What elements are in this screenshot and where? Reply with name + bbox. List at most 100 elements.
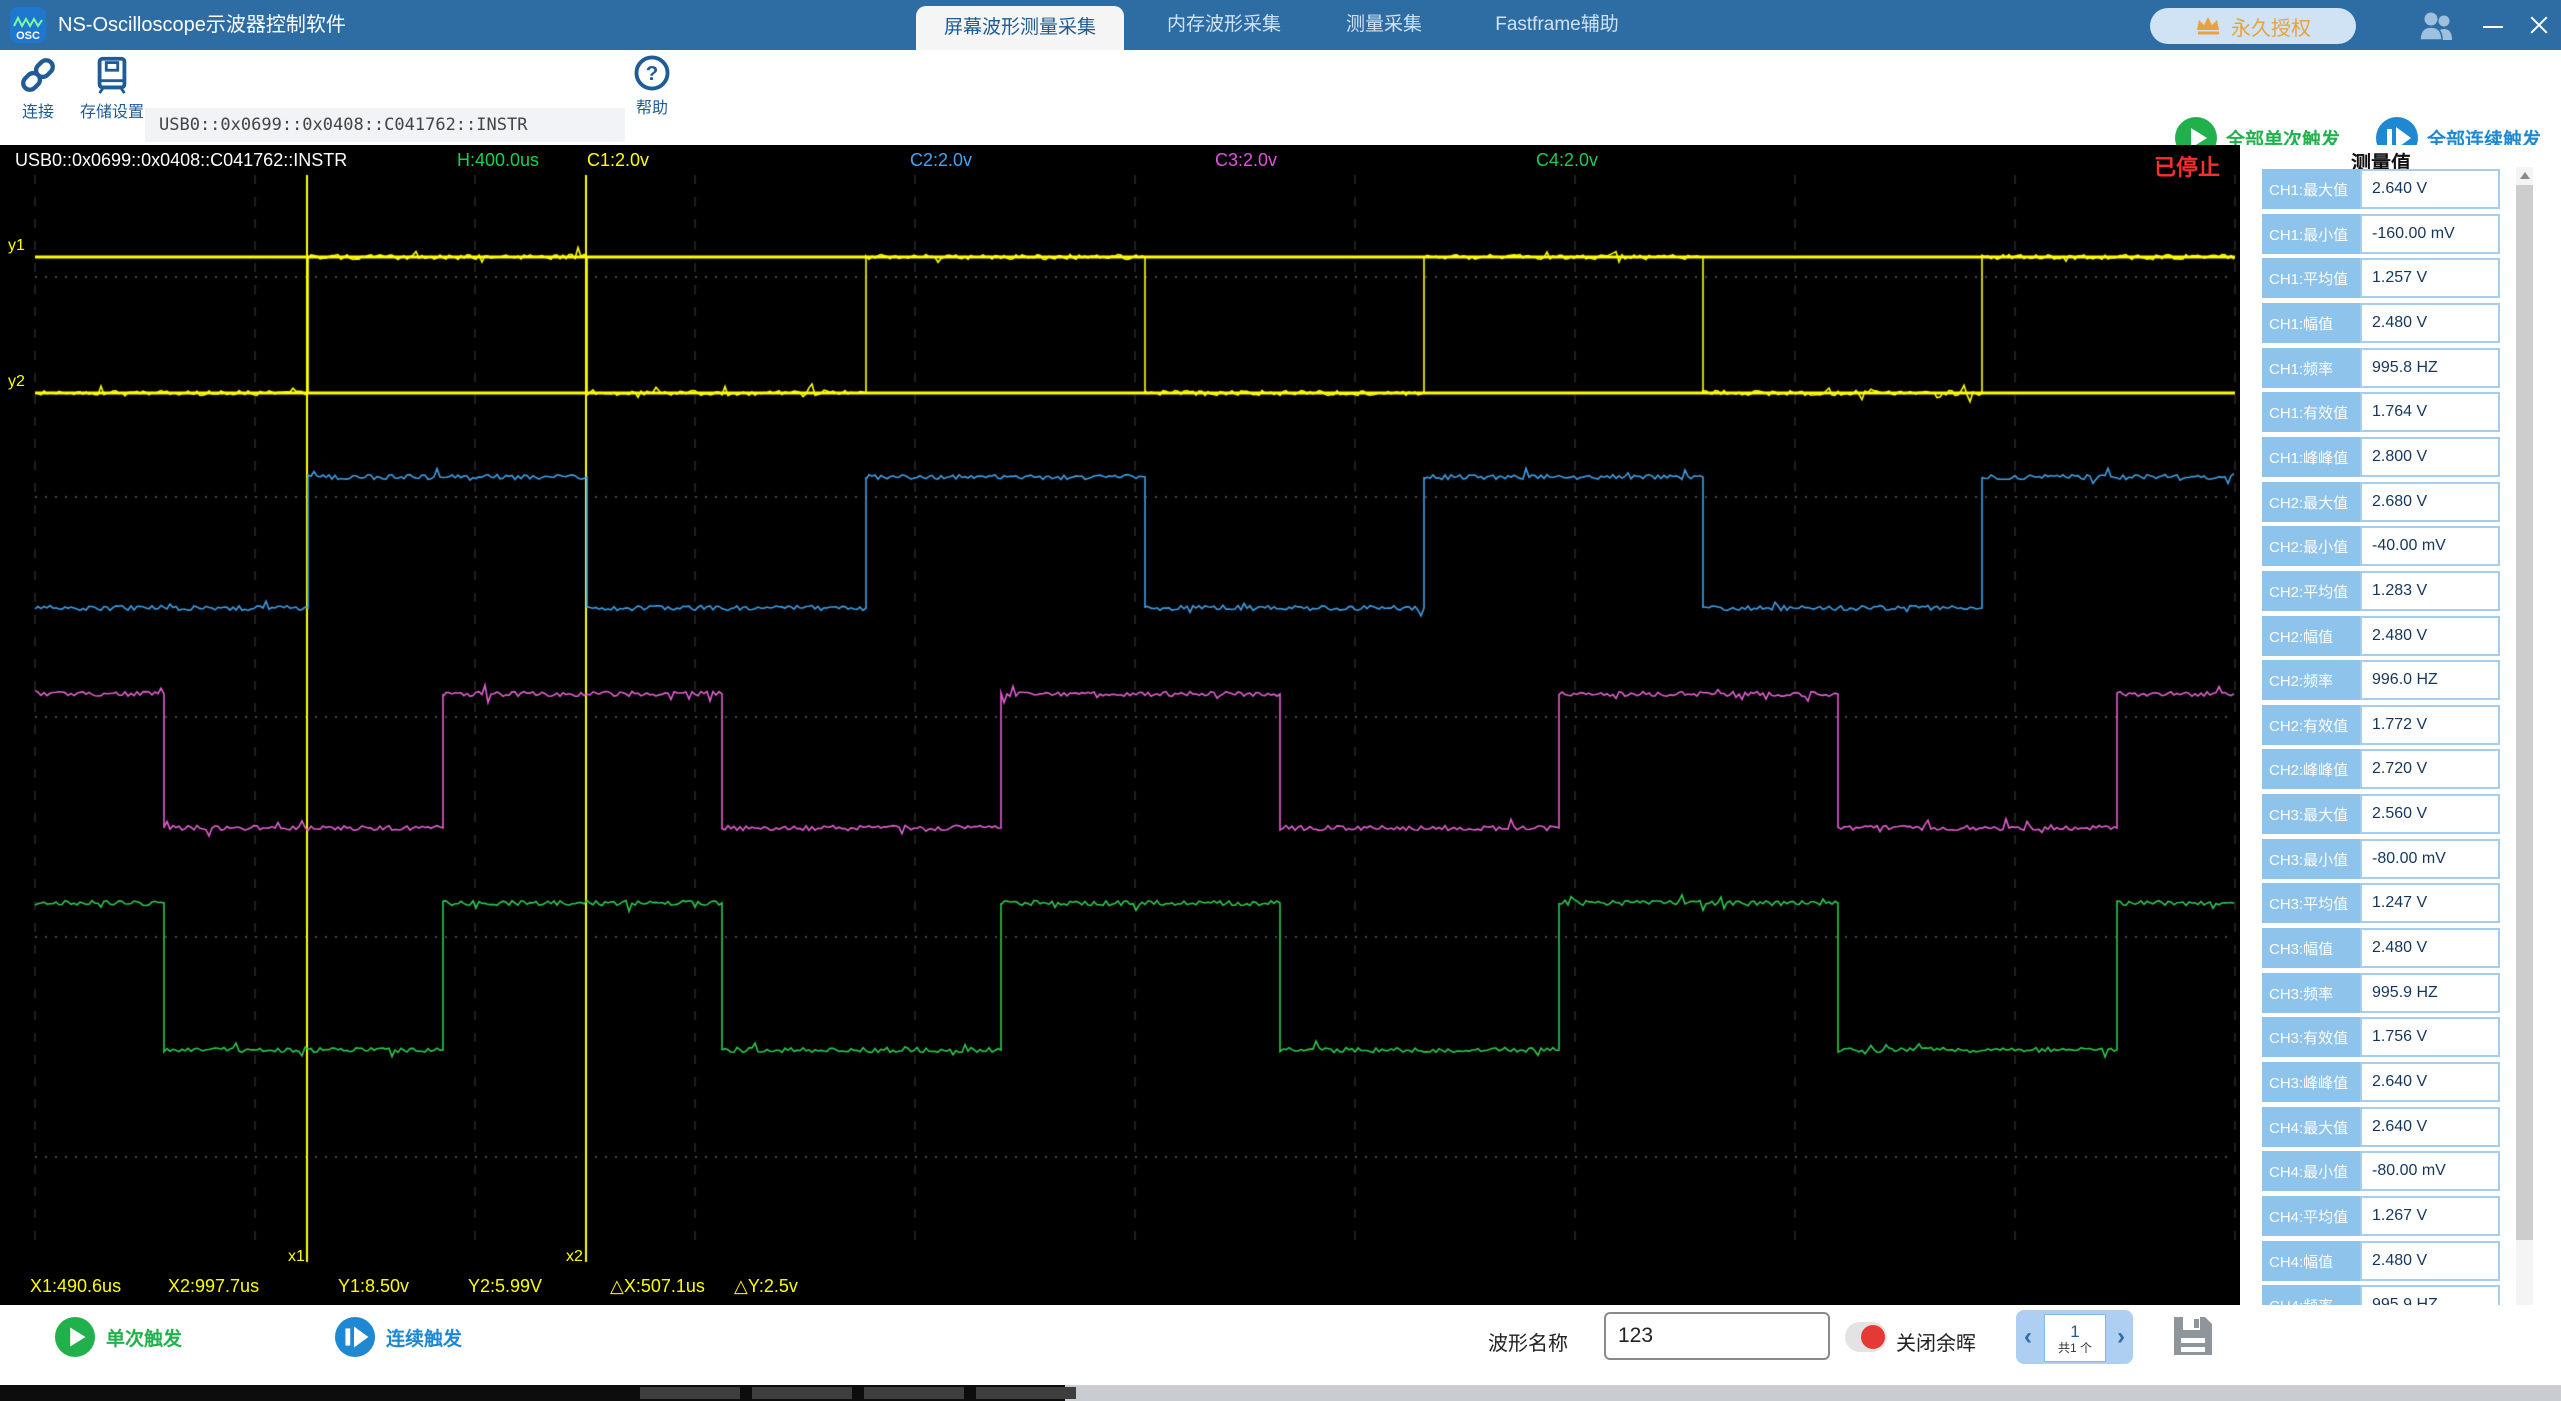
measure-label-20[interactable]: CH3:峰峰值 [2262, 1062, 2360, 1102]
measure-value-20: 2.640 V [2360, 1062, 2500, 1102]
help-label: 帮助 [635, 100, 668, 117]
scrollbar-thumb[interactable] [2516, 185, 2533, 1240]
toolbar: 连接 存储设置 设置时基通道触发光标测量 ? 帮助 全部单次触发 全部连续触发 [0, 50, 2561, 185]
close-button[interactable] [2524, 10, 2554, 40]
measure-value-21: 2.640 V [2360, 1107, 2500, 1147]
readout-item-0: X1:490.6us [30, 1276, 122, 1296]
readout-item-3: Y2:5.99V [468, 1276, 543, 1296]
measure-label-22[interactable]: CH4:最小值 [2262, 1151, 2360, 1191]
measure-label-6[interactable]: CH1:峰峰值 [2262, 437, 2360, 477]
measure-label-15[interactable]: CH3:最小值 [2262, 839, 2360, 879]
minimize-icon [2483, 26, 2503, 28]
continuous-trigger-button[interactable]: 连续触发 [334, 1316, 462, 1358]
measure-value-13: 2.720 V [2360, 749, 2500, 789]
bottom-bar: 单次触发 连续触发 波形名称 关闭余晖 ‹ 1 共1 个 › [0, 1305, 2561, 1385]
app-logo-icon: OSC [10, 7, 46, 43]
readout-item-2: Y1:8.50v [338, 1276, 410, 1296]
measure-label-14[interactable]: CH3:最大值 [2262, 794, 2360, 834]
next-page-button[interactable]: › [2117, 1310, 2125, 1364]
measure-value-9: 1.283 V [2360, 571, 2500, 611]
svg-text:?: ? [646, 62, 659, 85]
help-button[interactable]: ? 帮助 [628, 54, 676, 118]
total-pages: 共1 个 [2057, 1340, 2092, 1355]
readout-item-1: X2:997.7us [168, 1276, 260, 1296]
connect-button[interactable]: 连接 [8, 54, 68, 122]
measure-value-8: -40.00 mV [2360, 526, 2500, 566]
measure-value-7: 2.680 V [2360, 482, 2500, 522]
resource-address-input[interactable] [145, 108, 625, 142]
measure-value-15: -80.00 mV [2360, 839, 2500, 879]
scope-resource-text: USB0::0x0699::0x0408::C041762::INSTR [15, 150, 348, 170]
acquisition-status: 已停止 [2154, 155, 2221, 180]
measure-label-7[interactable]: CH2:最大值 [2262, 482, 2360, 522]
taskbar-app-button-0[interactable] [640, 1387, 740, 1399]
measure-label-17[interactable]: CH3:幅值 [2262, 928, 2360, 968]
single-trigger-button[interactable]: 单次触发 [54, 1316, 182, 1358]
tab-3[interactable]: 测量采集 [1344, 0, 1424, 50]
measure-label-4[interactable]: CH1:频率 [2262, 348, 2360, 388]
measure-value-18: 995.9 HZ [2360, 973, 2500, 1013]
app-title: NS-Oscilloscope示波器控制软件 [58, 14, 346, 36]
play-icon [54, 1316, 96, 1358]
measure-value-1: -160.00 mV [2360, 214, 2500, 254]
save-button[interactable] [2169, 1312, 2217, 1360]
measure-label-18[interactable]: CH3:频率 [2262, 973, 2360, 1013]
minimize-button[interactable] [2478, 10, 2508, 40]
measure-label-2[interactable]: CH1:平均值 [2262, 258, 2360, 298]
measure-label-10[interactable]: CH2:幅值 [2262, 616, 2360, 656]
logo-waveform-icon [13, 15, 43, 29]
storage-settings-button[interactable]: 存储设置 [74, 54, 150, 122]
persistence-label: 关闭余晖 [1896, 1333, 1976, 1355]
measure-label-19[interactable]: CH3:有效值 [2262, 1017, 2360, 1057]
measure-value-12: 1.772 V [2360, 705, 2500, 745]
titlebar: OSC NS-Oscilloscope示波器控制软件 屏幕波形测量采集 内存波形采… [0, 0, 2561, 50]
license-label: 永久授权 [2231, 17, 2311, 40]
scroll-up-icon[interactable] [2520, 172, 2530, 179]
storage-icon [97, 56, 127, 94]
measure-label-8[interactable]: CH2:最小值 [2262, 526, 2360, 566]
tab-1[interactable]: 屏幕波形测量采集 [916, 6, 1124, 50]
measure-label-0[interactable]: CH1:最大值 [2262, 169, 2360, 209]
tab-4[interactable]: Fastframe辅助 [1484, 0, 1630, 50]
scale-label-3: C3:2.0v [1215, 150, 1278, 170]
measure-label-13[interactable]: CH2:峰峰值 [2262, 749, 2360, 789]
measure-label-3[interactable]: CH1:幅值 [2262, 303, 2360, 343]
measure-value-3: 2.480 V [2360, 303, 2500, 343]
link-icon [21, 58, 55, 92]
measure-label-5[interactable]: CH1:有效值 [2262, 392, 2360, 432]
measure-label-23[interactable]: CH4:平均值 [2262, 1196, 2360, 1236]
scale-label-1: C1:2.0v [587, 150, 650, 170]
continuous-trigger-label: 连续触发 [386, 1328, 463, 1350]
app-logo-text: OSC [16, 30, 40, 42]
cursor-y2-label: y2 [8, 373, 25, 390]
measure-value-11: 996.0 HZ [2360, 660, 2500, 700]
measure-label-9[interactable]: CH2:平均值 [2262, 571, 2360, 611]
taskbar-app-button-1[interactable] [752, 1387, 852, 1399]
taskbar-app-button-2[interactable] [864, 1387, 964, 1399]
tab-2[interactable]: 内存波形采集 [1164, 0, 1284, 50]
users-icon[interactable] [2416, 11, 2462, 41]
prev-page-button[interactable]: ‹ [2024, 1310, 2032, 1364]
measure-label-1[interactable]: CH1:最小值 [2262, 214, 2360, 254]
measure-label-16[interactable]: CH3:平均值 [2262, 883, 2360, 923]
help-icon: ? [634, 55, 670, 91]
current-page: 1 [2070, 1321, 2080, 1341]
waveform-name-input[interactable] [1604, 1312, 1830, 1360]
waveform-canvas[interactable] [0, 145, 2240, 1305]
license-button[interactable]: 永久授权 [2150, 8, 2356, 44]
measure-label-24[interactable]: CH4:幅值 [2262, 1241, 2360, 1281]
measure-value-22: -80.00 mV [2360, 1151, 2500, 1191]
measure-value-5: 1.764 V [2360, 392, 2500, 432]
measure-value-14: 2.560 V [2360, 794, 2500, 834]
taskbar-app-button-3[interactable] [976, 1387, 1076, 1399]
panel-scrollbar[interactable] [2516, 167, 2533, 1345]
measure-label-21[interactable]: CH4:最大值 [2262, 1107, 2360, 1147]
measure-value-6: 2.800 V [2360, 437, 2500, 477]
storage-settings-label: 存储设置 [79, 104, 144, 121]
scale-label-4: C4:2.0v [1536, 150, 1599, 170]
measure-label-12[interactable]: CH2:有效值 [2262, 705, 2360, 745]
measure-label-11[interactable]: CH2:频率 [2262, 660, 2360, 700]
taskbar-strip [0, 1385, 2561, 1401]
cursor-x1-label: x1 [288, 1248, 305, 1265]
persistence-toggle[interactable] [1845, 1322, 1887, 1352]
